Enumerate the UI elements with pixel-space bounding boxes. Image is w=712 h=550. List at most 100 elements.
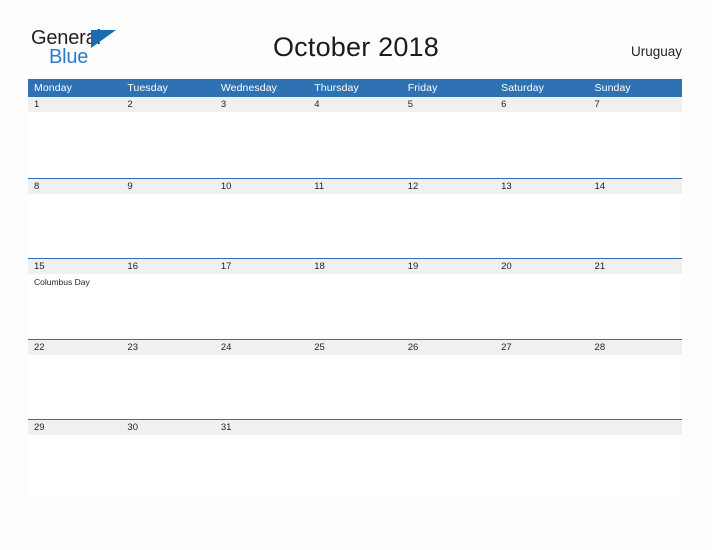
day-cell-24[interactable] bbox=[215, 355, 308, 419]
day-cell-empty bbox=[308, 435, 401, 499]
day-cell-3[interactable] bbox=[215, 112, 308, 176]
country-label: Uruguay bbox=[630, 44, 682, 59]
day-cell-20[interactable] bbox=[495, 274, 588, 338]
day-number-23[interactable]: 23 bbox=[121, 340, 214, 355]
day-number-7[interactable]: 7 bbox=[589, 97, 682, 112]
day-number-14[interactable]: 14 bbox=[589, 179, 682, 194]
day-number-18[interactable]: 18 bbox=[308, 259, 401, 274]
day-number-28[interactable]: 28 bbox=[589, 340, 682, 355]
weekday-header-saturday: Saturday bbox=[501, 82, 544, 94]
day-content-band bbox=[28, 193, 682, 258]
day-cell-15[interactable]: Columbus Day bbox=[28, 274, 121, 338]
calendar-event: Columbus Day bbox=[34, 277, 90, 287]
day-number-29[interactable]: 29 bbox=[28, 420, 121, 435]
day-number-11[interactable]: 11 bbox=[308, 179, 401, 194]
day-content-band bbox=[28, 112, 682, 176]
day-cell-empty bbox=[495, 435, 588, 499]
day-cell-9[interactable] bbox=[121, 194, 214, 258]
calendar-week-row: 8 9 10 11 12 13 14 bbox=[28, 177, 682, 259]
day-number-21[interactable]: 21 bbox=[589, 259, 682, 274]
weekday-header-thursday: Thursday bbox=[314, 82, 359, 94]
day-cell-14[interactable] bbox=[589, 194, 682, 258]
day-cell-5[interactable] bbox=[402, 112, 495, 176]
day-number-empty bbox=[589, 420, 682, 435]
calendar-page: General Blue October 2018 Uruguay Monday… bbox=[0, 0, 712, 550]
calendar-week-rows: 1 2 3 4 5 6 7 8 9 10 11 12 13 14 15 16 17 18 19 20 21 Columbu… bbox=[28, 97, 682, 500]
day-cell-28[interactable] bbox=[589, 355, 682, 419]
weekday-header-tuesday: Tuesday bbox=[127, 82, 169, 94]
day-cell-31[interactable] bbox=[215, 435, 308, 499]
calendar-week-row: 15 16 17 18 19 20 21 Columbus Day bbox=[28, 258, 682, 339]
day-cell-21[interactable] bbox=[589, 274, 682, 338]
weekday-header-row: Monday Tuesday Wednesday Thursday Friday Satu… bbox=[28, 79, 682, 97]
day-cell-22[interactable] bbox=[28, 355, 121, 419]
day-number-31[interactable]: 31 bbox=[215, 420, 308, 435]
page-title: October 2018 bbox=[272, 32, 439, 62]
weekday-header-wednesday: Wednesday bbox=[220, 82, 278, 94]
weekday-header-friday: Friday bbox=[407, 82, 438, 94]
day-number-8[interactable]: 8 bbox=[28, 179, 121, 194]
day-number-22[interactable]: 22 bbox=[28, 340, 121, 355]
day-cell-17[interactable] bbox=[215, 274, 308, 338]
day-cell-empty bbox=[589, 435, 682, 499]
day-cell-26[interactable] bbox=[402, 355, 495, 419]
day-content-band bbox=[28, 435, 682, 499]
day-number-band: 22 23 24 25 26 27 28 bbox=[28, 339, 682, 355]
calendar-week-row: 1234567 bbox=[28, 97, 682, 178]
day-number-band: 8 9 10 11 12 13 14 bbox=[28, 178, 682, 194]
day-number-6[interactable]: 6 bbox=[495, 97, 588, 112]
day-cell-4[interactable] bbox=[308, 112, 401, 176]
calendar-week-row: 29 30 31 bbox=[28, 419, 682, 500]
day-number-15[interactable]: 15 bbox=[28, 259, 121, 274]
day-cell-25[interactable] bbox=[308, 355, 401, 419]
day-number-band: 29 30 31 bbox=[28, 420, 682, 435]
weekday-header-sunday: Sunday bbox=[594, 82, 631, 94]
day-number-band: 1234567 bbox=[28, 97, 682, 112]
day-number-1[interactable]: 1 bbox=[28, 97, 121, 112]
day-cell-19[interactable] bbox=[402, 274, 495, 338]
day-number-17[interactable]: 17 bbox=[215, 259, 308, 274]
day-cell-12[interactable] bbox=[402, 194, 495, 258]
day-cell-16[interactable] bbox=[121, 274, 214, 338]
day-number-19[interactable]: 19 bbox=[402, 259, 495, 274]
day-cell-29[interactable] bbox=[28, 435, 121, 499]
day-number-empty bbox=[495, 420, 588, 435]
day-content-band: Columbus Day bbox=[28, 274, 682, 338]
day-number-13[interactable]: 13 bbox=[495, 179, 588, 194]
day-cell-2[interactable] bbox=[121, 112, 214, 176]
calendar-grid: Monday Tuesday Wednesday Thursday Friday Satu… bbox=[28, 79, 682, 500]
day-number-12[interactable]: 12 bbox=[402, 179, 495, 194]
day-cell-8[interactable] bbox=[28, 194, 121, 258]
calendar-week-row: 22 23 24 25 26 27 28 bbox=[28, 338, 682, 420]
day-number-4[interactable]: 4 bbox=[308, 97, 401, 112]
day-number-2[interactable]: 2 bbox=[121, 97, 214, 112]
day-number-9[interactable]: 9 bbox=[121, 179, 214, 194]
day-cell-23[interactable] bbox=[121, 355, 214, 419]
day-number-3[interactable]: 3 bbox=[215, 97, 308, 112]
day-number-empty bbox=[402, 420, 495, 435]
day-number-band: 15 16 17 18 19 20 21 bbox=[28, 259, 682, 274]
day-cell-18[interactable] bbox=[308, 274, 401, 338]
day-number-5[interactable]: 5 bbox=[402, 97, 495, 112]
day-number-24[interactable]: 24 bbox=[215, 340, 308, 355]
day-number-25[interactable]: 25 bbox=[308, 340, 401, 355]
day-cell-empty bbox=[402, 435, 495, 499]
day-number-30[interactable]: 30 bbox=[121, 420, 214, 435]
day-cell-1[interactable] bbox=[28, 112, 121, 176]
day-number-10[interactable]: 10 bbox=[215, 179, 308, 194]
day-cell-7[interactable] bbox=[589, 112, 682, 176]
day-number-26[interactable]: 26 bbox=[402, 340, 495, 355]
day-number-20[interactable]: 20 bbox=[495, 259, 588, 274]
day-cell-6[interactable] bbox=[495, 112, 588, 176]
day-cell-13[interactable] bbox=[495, 194, 588, 258]
day-content-band bbox=[28, 354, 682, 419]
day-cell-11[interactable] bbox=[308, 194, 401, 258]
day-number-empty bbox=[308, 420, 401, 435]
day-number-27[interactable]: 27 bbox=[495, 340, 588, 355]
day-cell-10[interactable] bbox=[215, 194, 308, 258]
page-header: General Blue October 2018 Uruguay bbox=[0, 0, 712, 79]
day-cell-30[interactable] bbox=[121, 435, 214, 499]
day-number-16[interactable]: 16 bbox=[121, 259, 214, 274]
day-cell-27[interactable] bbox=[495, 355, 588, 419]
weekday-header-monday: Monday bbox=[34, 82, 72, 94]
